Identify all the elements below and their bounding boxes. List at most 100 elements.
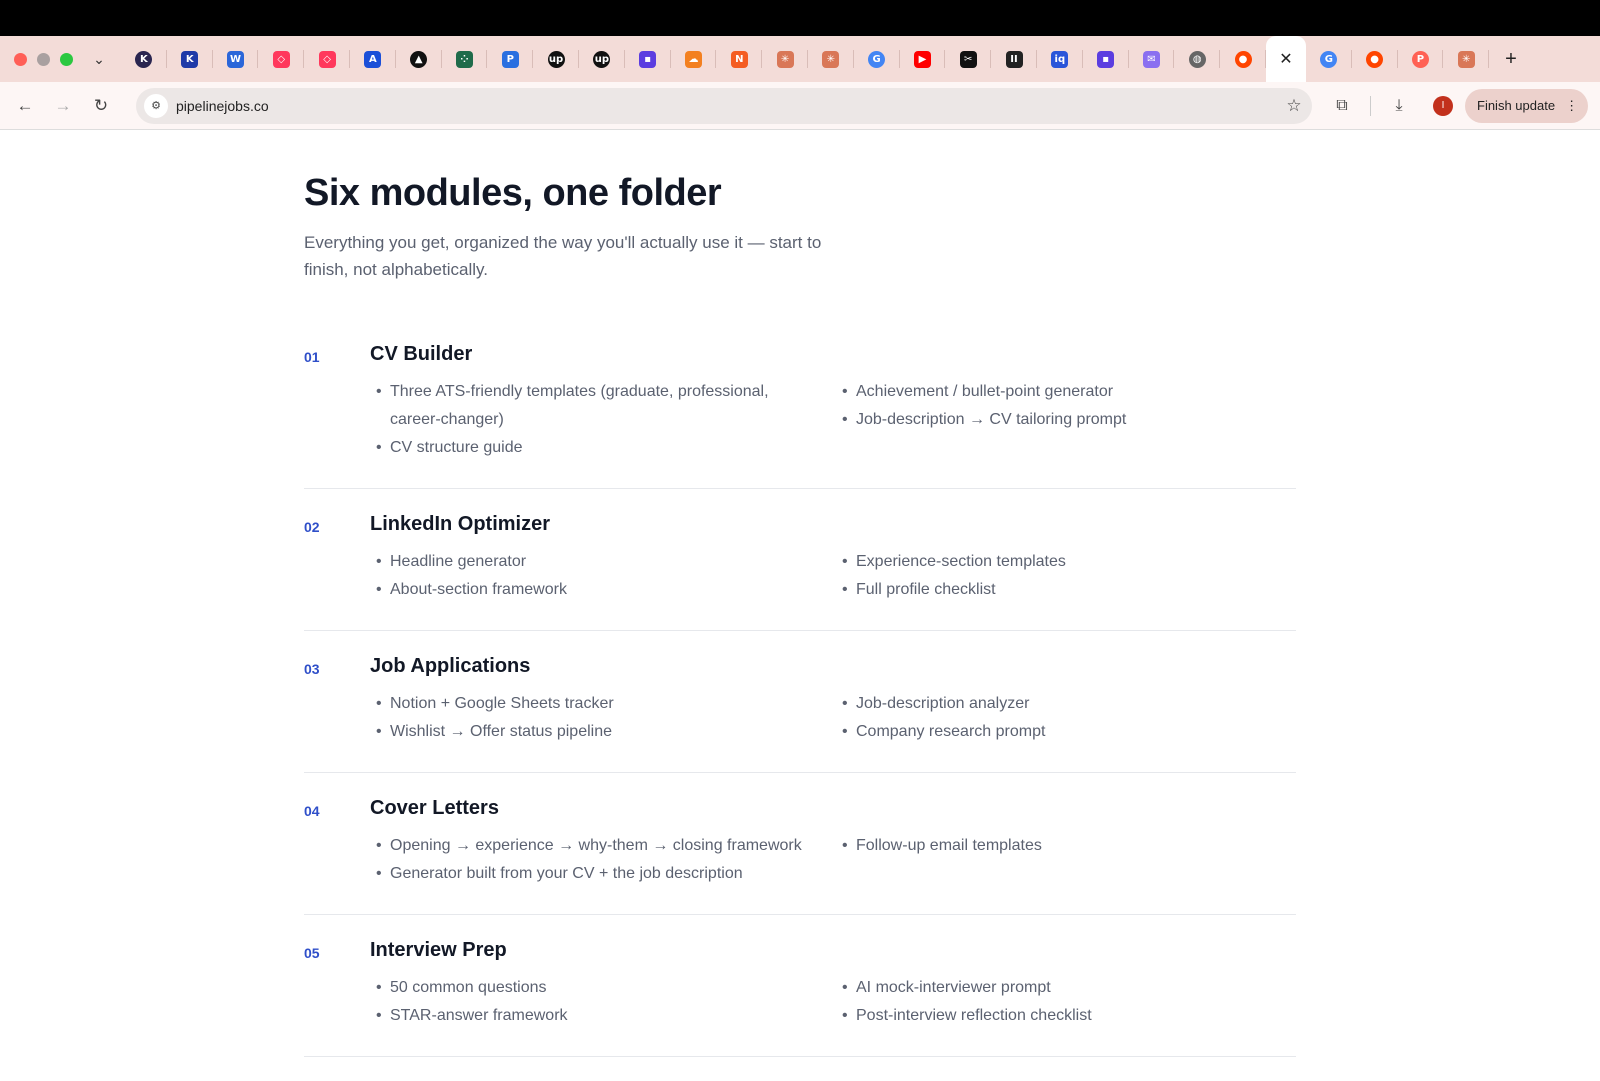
close-window-button[interactable] <box>14 52 27 66</box>
module-02: 02 LinkedIn Optimizer Headline generatorAb… <box>304 513 1296 631</box>
browser-toolbar: ← → ↻ ⚙ pipelinejobs.co ☆ ⧉ ⤓ I Finish u… <box>0 82 1600 130</box>
feature-item: Full profile checklist <box>836 576 1296 604</box>
tab-9[interactable]: up <box>533 36 579 82</box>
feature-item: Job-description analyzer <box>836 690 1296 718</box>
module-number: 02 <box>304 519 320 535</box>
airbnb-icon: ◇ <box>318 50 336 68</box>
google-icon: G <box>868 50 886 68</box>
feature-list-left: Three ATS-friendly templates (graduate, … <box>370 378 836 462</box>
chat-icon: ▪ <box>1097 50 1115 68</box>
tab-0[interactable]: K <box>121 36 167 82</box>
tab-after-2[interactable]: P <box>1398 36 1444 82</box>
feature-item: Follow-up email templates <box>836 832 1296 860</box>
profile-avatar[interactable]: I <box>1433 95 1453 116</box>
tab-13[interactable]: N <box>716 36 762 82</box>
feature-item: About-section framework <box>370 576 816 604</box>
tab-17[interactable]: ▶ <box>900 36 946 82</box>
tab-7[interactable]: ⁘ <box>442 36 488 82</box>
feature-item: AI mock-interviewer prompt <box>836 974 1296 1002</box>
tab-4[interactable]: ◇ <box>304 36 350 82</box>
tab-14[interactable]: ✳ <box>762 36 808 82</box>
feature-item: Opening → experience → why-them → closin… <box>370 832 816 860</box>
module-04: 04 Cover Letters Opening → experience → wh… <box>304 797 1296 915</box>
feature-item: Achievement / bullet-point generator <box>836 378 1296 406</box>
feature-item: Experience-section templates <box>836 548 1296 576</box>
airbnb-icon: ◇ <box>272 50 290 68</box>
window-controls <box>0 52 73 66</box>
tab-strip: ⌄ K K W ◇ ◇ A ▲ ⁘ Pup up ▪ ☁ N ✳ ✳ G ▶ ✂ II iq ▪ ✉ ◍ ● ✕ G ● P ✳ + <box>0 36 1600 82</box>
address-bar[interactable]: ⚙ pipelinejobs.co ☆ <box>136 87 1312 124</box>
upwork-icon: up <box>593 50 611 68</box>
youtube-icon: ▶ <box>913 50 931 68</box>
url-text[interactable]: pipelinejobs.co <box>176 98 1276 114</box>
feature-item: Three ATS-friendly templates (graduate, … <box>370 378 816 434</box>
tab-18[interactable]: ✂ <box>945 36 991 82</box>
feature-list-left: 50 common questionsSTAR-answer framework <box>370 974 836 1030</box>
tab-active[interactable]: ✕ <box>1265 36 1306 82</box>
feature-list-right: Achievement / bullet-point generatorJob-… <box>836 378 1296 462</box>
maximize-window-button[interactable] <box>60 52 73 66</box>
chat-icon: ▪ <box>639 50 657 68</box>
tab-20[interactable]: iq <box>1037 36 1083 82</box>
module-number: 03 <box>304 661 320 677</box>
tab-16[interactable]: G <box>854 36 900 82</box>
tab-19[interactable]: II <box>991 36 1037 82</box>
minimize-window-button[interactable] <box>37 52 50 66</box>
tab-search-chevron-down-icon[interactable]: ⌄ <box>91 51 107 68</box>
back-arrow-icon[interactable]: ← <box>6 96 44 116</box>
tab-after-3[interactable]: ✳ <box>1443 36 1489 82</box>
feature-item: Headline generator <box>370 548 816 576</box>
module-title: Cover Letters <box>370 797 499 819</box>
feature-list-left: Opening → experience → why-them → closin… <box>370 832 836 888</box>
tab-10[interactable]: up <box>579 36 625 82</box>
tab-21[interactable]: ▪ <box>1083 36 1129 82</box>
module-title: Job Applications <box>370 655 531 677</box>
tab-24[interactable]: ● <box>1220 36 1266 82</box>
claude-icon: ✳ <box>1457 50 1475 68</box>
reload-icon[interactable]: ↻ <box>82 96 120 116</box>
tab-6[interactable]: ▲ <box>396 36 442 82</box>
page-content: Six modules, one folder Everything you g… <box>0 130 1600 1081</box>
word-icon: W <box>226 50 244 68</box>
tab-after-1[interactable]: ● <box>1352 36 1398 82</box>
more-vertical-icon[interactable]: ⋮ <box>1565 98 1578 114</box>
tab-5[interactable]: A <box>350 36 396 82</box>
tab-after-0[interactable]: G <box>1306 36 1352 82</box>
tab-3[interactable]: ◇ <box>258 36 304 82</box>
bookmark-star-icon[interactable]: ☆ <box>1276 96 1312 116</box>
p-logo-icon: P <box>1411 50 1429 68</box>
pause-icon: II <box>1005 50 1023 68</box>
extensions-puzzle-icon[interactable]: ⧉ <box>1320 97 1364 115</box>
tab-list: K K W ◇ ◇ A ▲ ⁘ Pup up ▪ ☁ N ✳ ✳ G ▶ ✂ II iq ▪ ✉ ◍ ● <box>121 36 1266 82</box>
finish-update-label: Finish update <box>1477 98 1556 113</box>
module-list: 01 CV Builder Three ATS-friendly templates… <box>304 343 1296 1057</box>
module-03: 03 Job Applications Notion + Google Sheets… <box>304 655 1296 773</box>
finish-update-button[interactable]: Finish update ⋮ <box>1465 88 1589 123</box>
claude-icon: ✳ <box>822 50 840 68</box>
tab-2[interactable]: W <box>213 36 259 82</box>
module-title: LinkedIn Optimizer <box>370 513 551 535</box>
tab-23[interactable]: ◍ <box>1174 36 1220 82</box>
tab-22[interactable]: ✉ <box>1129 36 1175 82</box>
module-number: 01 <box>304 349 320 365</box>
tab-12[interactable]: ☁ <box>671 36 717 82</box>
tab-list-after: G ● P ✳ <box>1306 36 1489 82</box>
site-settings-icon[interactable]: ⚙ <box>144 93 168 118</box>
tab-15[interactable]: ✳ <box>808 36 854 82</box>
tab-8[interactable]: P <box>487 36 533 82</box>
tab-1[interactable]: K <box>167 36 213 82</box>
feature-list-left: Notion + Google Sheets trackerWishlist →… <box>370 690 836 746</box>
feature-item: Notion + Google Sheets tracker <box>370 690 816 718</box>
k-letter-icon: K <box>181 50 199 68</box>
reddit-icon: ● <box>1234 50 1252 68</box>
claude-icon: ✳ <box>776 50 794 68</box>
triangle-icon: ▲ <box>410 50 428 68</box>
paypal-icon: P <box>501 50 519 68</box>
close-tab-icon[interactable]: ✕ <box>1279 49 1292 69</box>
forward-arrow-icon[interactable]: → <box>44 96 82 116</box>
tab-11[interactable]: ▪ <box>625 36 671 82</box>
feature-list-right: Follow-up email templates <box>836 832 1296 888</box>
module-title: CV Builder <box>370 343 473 365</box>
download-icon[interactable]: ⤓ <box>1377 97 1421 115</box>
new-tab-plus-icon[interactable]: + <box>1505 48 1517 71</box>
